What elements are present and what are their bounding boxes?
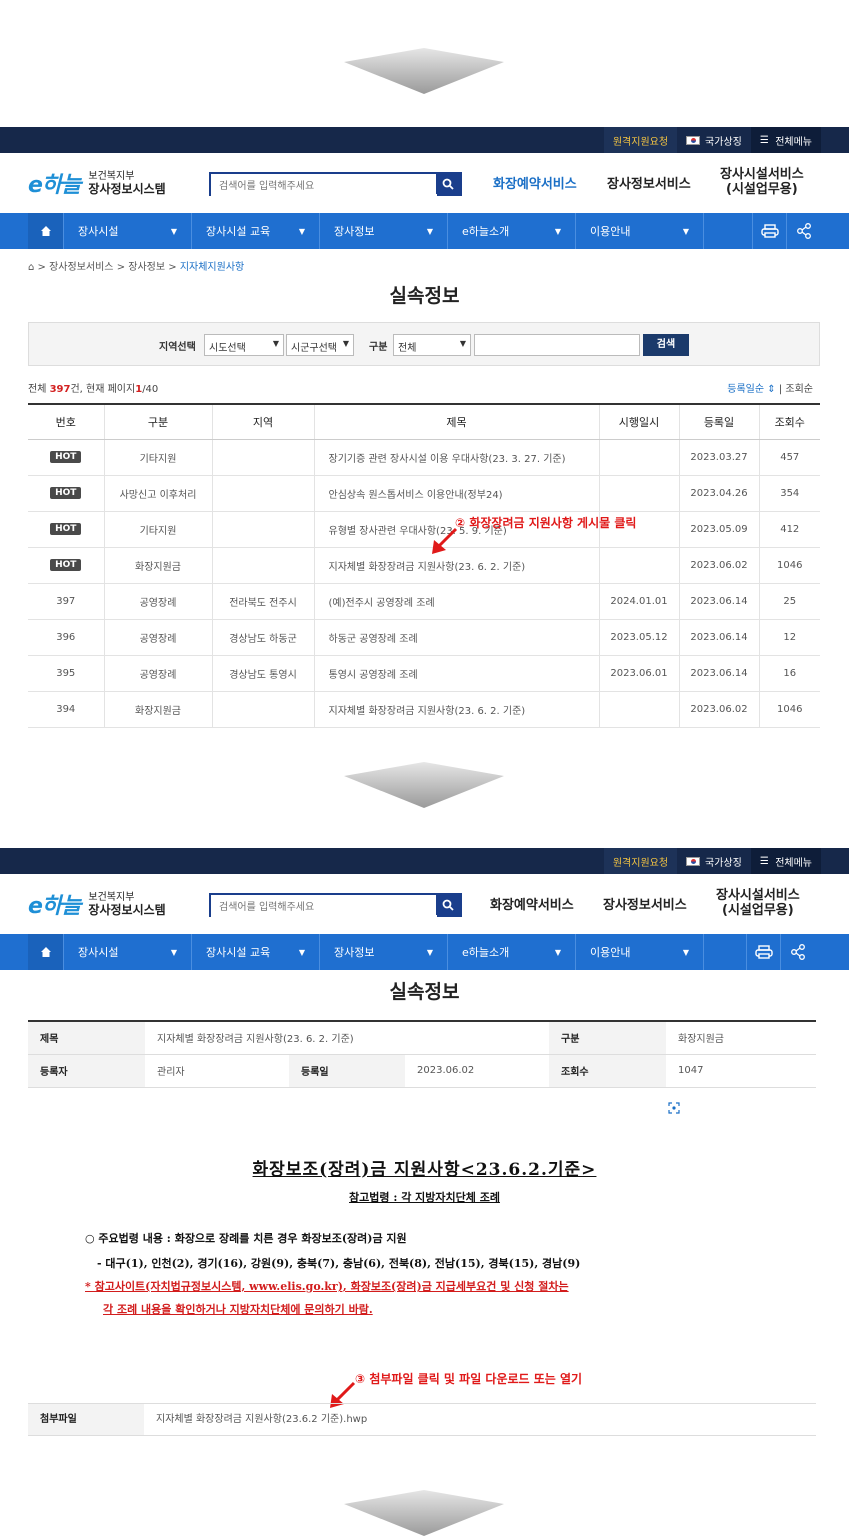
search-input[interactable] [211,176,437,197]
post-title-link[interactable]: 지자체별 화장장려금 지원사항(23. 6. 2. 기준) [314,691,600,728]
util-bar: 원격지원요청 국가상징 ☰ 전체메뉴 [0,848,849,874]
table-row[interactable]: HOT 기타지원 장기기증 관련 장사시설 이용 우대사항(23. 3. 27. 기… [28,439,820,476]
hot-badge: HOT [50,487,82,499]
document-line: ○ 주요법령 내용 : 화장으로 장례를 치른 경우 화장보조(장려)금 지원 [85,1232,407,1245]
table-row[interactable]: 396 공영장례 경상남도 하동군 하동군 공영장례 조례 2023.05.12 2023… [28,619,820,656]
detail-page-panel: 원격지원요청 국가상징 ☰ 전체메뉴 e하늘 보건복지부장사정보시스템 화장예약… [0,848,849,970]
zoom-icon[interactable] [668,1102,680,1114]
site-logo[interactable]: e하늘 보건복지부 장사정보시스템 [28,167,166,199]
funeral-info-link[interactable]: 장사정보서비스 [603,894,687,913]
sido-select[interactable]: 시도선택 ▼ [204,334,284,356]
ehaneul-logo-mark: e하늘 [28,173,81,198]
sort-by-views[interactable]: 조회순 [785,384,813,395]
cremation-reservation-link[interactable]: 화장예약서비스 [493,173,577,192]
korea-flag-icon [686,135,701,145]
nav-item[interactable]: 장사정보 ▼ [320,213,448,249]
share-icon[interactable] [780,934,814,970]
funeral-info-link[interactable]: 장사정보서비스 [607,173,691,192]
site-search [209,893,462,918]
facility-service-link[interactable]: 장사시설서비스 (시설업무용) [716,888,800,918]
filter-bar: 지역선택 시도선택 ▼ 시군구선택 ▼ 구분 전체 ▼ 검색 [28,322,820,366]
main-nav: 장사시설 ▼ 장사시설 교육 ▼ 장사정보 ▼ e하늘소개 ▼ 이용안내 ▼ [0,213,849,249]
document-note: 각 조례 내용을 확인하거나 지방자치단체에 문의하기 바람. [103,1303,373,1316]
site-header: e하늘 보건복지부장사정보시스템 화장예약서비스 장사정보서비스 장사시설서비스… [0,874,849,934]
sigungu-select[interactable]: 시군구선택 ▼ [286,334,354,356]
result-count: 전체 397건, 현재 페이지1/40 [28,384,159,395]
post-title-link[interactable]: 통영시 공영장례 조례 [314,655,600,692]
nav-item[interactable]: 장사시설 ▼ [64,213,192,249]
site-search [209,172,462,197]
filter-search-button[interactable]: 검색 [643,334,689,356]
post-title-link[interactable]: 장기기증 관련 장사시설 이용 우대사항(23. 3. 27. 기준) [314,439,600,476]
hot-badge: HOT [50,523,82,535]
national-symbol-link[interactable]: 국가상징 [677,127,751,153]
table-row[interactable]: 394 화장지원금 지자체별 화장장려금 지원사항(23. 6. 2. 기준) 202… [28,691,820,728]
sort-by-date[interactable]: 등록일순 ⇕ [727,384,775,395]
table-row[interactable]: HOT 기타지원 유형별 장사관련 우대사항(23. 5. 9. 기준) 2023.0… [28,511,820,548]
page-title: 실속정보 [389,285,460,307]
annotation-arrow-icon [432,527,458,554]
step-arrow-1 [344,48,504,98]
step-arrow-3 [344,1490,504,1540]
nav-item[interactable]: 장사정보 ▼ [320,934,448,970]
full-menu-button[interactable]: ☰ 전체메뉴 [750,848,821,874]
keyword-input[interactable] [474,334,640,356]
attachment-row: 첨부파일 지자체별 화장장려금 지원사항(23.6.2 기준).hwp [28,1403,816,1436]
table-row[interactable]: 395 공영장례 경상남도 통영시 통영시 공영장례 조례 2023.06.01 2023… [28,655,820,692]
print-icon[interactable] [746,934,780,970]
nav-item[interactable]: 장사시설 교육 ▼ [192,213,320,249]
document-title: 화장보조(장려)금 지원사항<23.6.2.기준> [252,1160,597,1180]
document-note: * 참고사이트(자치법규정보시스템, www.elis.go.kr), 화장보조… [85,1280,569,1293]
step-arrow-2 [344,762,504,812]
attachment-file-link[interactable]: 지자체별 화장장려금 지원사항(23.6.2 기준).hwp [156,1404,367,1435]
category-select[interactable]: 전체 ▼ [393,334,471,356]
nav-item[interactable]: 이용안내 ▼ [576,213,704,249]
nav-item[interactable]: 장사시설 ▼ [64,934,192,970]
nav-item[interactable]: e하늘소개 ▼ [448,934,576,970]
ehaneul-logo-mark: e하늘 [28,894,81,919]
home-icon[interactable] [28,934,64,970]
page-title: 실속정보 [389,981,460,1003]
post-title-link[interactable]: (예)전주시 공영장례 조례 [314,583,600,620]
nav-item[interactable]: 장사시설 교육 ▼ [192,934,320,970]
post-title-link[interactable]: 하동군 공영장례 조례 [314,619,600,656]
remote-support-link[interactable]: 원격지원요청 [603,848,678,874]
post-title: 지자체별 화장장려금 지원사항(23. 6. 2. 기준) [145,1020,549,1055]
list-page-panel: 원격지원요청 국가상징 ☰ 전체메뉴 e하늘 보건복지부장사정보시스템 화장예약… [0,127,849,249]
search-icon[interactable] [436,895,460,915]
main-nav: 장사시설 ▼ 장사시설 교육 ▼ 장사정보 ▼ e하늘소개 ▼ 이용안내 ▼ [0,934,849,970]
search-input[interactable] [211,897,437,918]
hot-badge: HOT [50,559,82,571]
post-info-table: 제목 지자체별 화장장려금 지원사항(23. 6. 2. 기준) 구분 화장지원… [28,1020,816,1088]
home-icon[interactable] [28,213,64,249]
table-row[interactable]: HOT 사망신고 이후처리 안심상속 원스톱서비스 이용안내(정부24) 2023.0… [28,475,820,512]
site-header: e하늘 보건복지부장사정보시스템 화장예약서비스 장사정보서비스 장사시설서비스… [0,153,849,213]
hot-badge: HOT [50,451,82,463]
breadcrumb: ⌂ > 장사정보서비스 > 장사정보 > 지자체지원사항 [28,262,245,273]
table-row[interactable]: HOT 화장지원금 지자체별 화장장려금 지원사항(23. 6. 2. 기준) 202… [28,547,820,584]
nav-item[interactable]: 이용안내 ▼ [576,934,704,970]
post-title-link[interactable]: 안심상속 원스톱서비스 이용안내(정부24) [314,475,600,512]
sort-options: 등록일순 ⇕ | 조회순 [727,384,813,395]
notice-table: 번호 구분 지역 제목 시행일시 등록일 조회수 HOT 기타지원 장기기증 관련 … [28,403,820,728]
document-line: - 대구(1), 인천(2), 경기(16), 강원(9), 충북(7), 충남… [97,1257,581,1270]
annotation-step3: ③ 첨부파일 클릭 및 파일 다운로드 또는 열기 [355,1372,583,1386]
full-menu-button[interactable]: ☰ 전체메뉴 [750,127,821,153]
nav-item[interactable]: e하늘소개 ▼ [448,213,576,249]
national-symbol-link[interactable]: 국가상징 [677,848,751,874]
util-bar: 원격지원요청 국가상징 ☰ 전체메뉴 [0,127,849,153]
cremation-reservation-link[interactable]: 화장예약서비스 [490,894,574,913]
print-icon[interactable] [752,213,786,249]
home-icon[interactable]: ⌂ [28,262,34,273]
site-logo[interactable]: e하늘 보건복지부 장사정보시스템 [28,888,166,920]
korea-flag-icon [686,856,701,866]
share-icon[interactable] [786,213,820,249]
search-icon[interactable] [436,174,460,194]
document-subtitle: 참고법령 : 각 지방자치단체 조례 [349,1191,500,1204]
table-row[interactable]: 397 공영장례 전라북도 전주시 (예)전주시 공영장례 조례 2024.01.01 2… [28,583,820,620]
annotation-step2: ② 화장장려금 지원사항 게시물 클릭 [455,516,637,530]
remote-support-link[interactable]: 원격지원요청 [603,127,678,153]
facility-service-link[interactable]: 장사시설서비스 (시설업무용) [720,167,804,197]
